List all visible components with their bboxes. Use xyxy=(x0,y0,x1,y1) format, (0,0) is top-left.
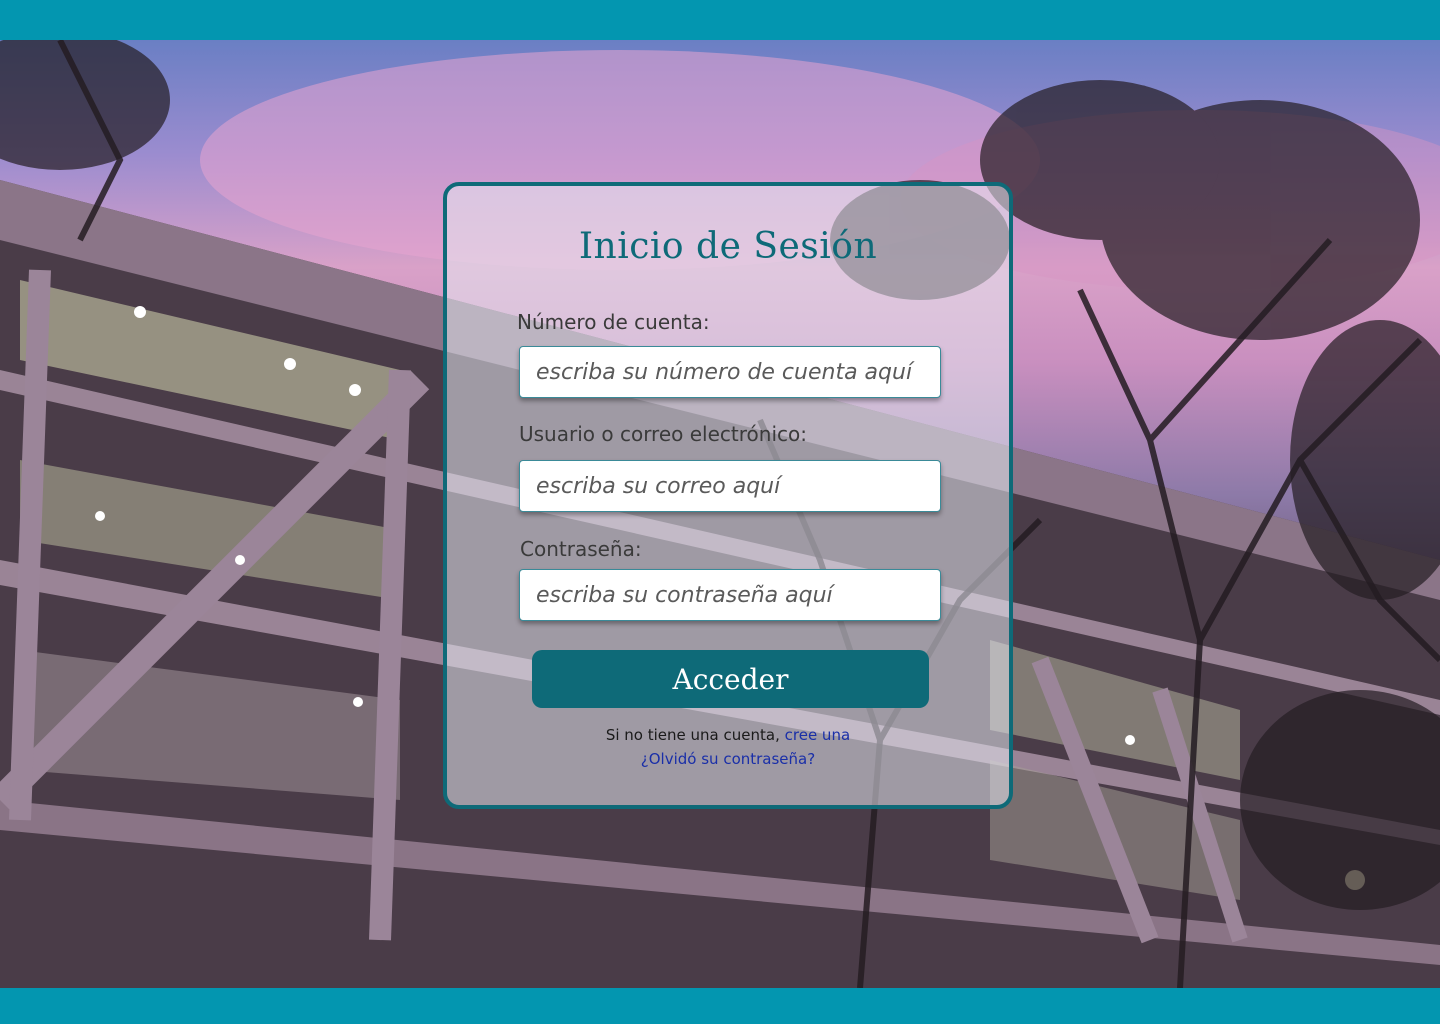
account-number-input[interactable] xyxy=(519,346,941,398)
login-page: Inicio de Sesión Número de cuenta: Usuar… xyxy=(0,0,1440,1024)
bottom-bar xyxy=(0,988,1440,1024)
password-label: Contraseña: xyxy=(520,537,642,561)
top-bar xyxy=(0,0,1440,40)
submit-button[interactable]: Acceder xyxy=(532,650,929,708)
email-input[interactable] xyxy=(519,460,941,512)
signup-link[interactable]: cree una xyxy=(785,726,851,744)
login-card: Inicio de Sesión Número de cuenta: Usuar… xyxy=(443,182,1013,809)
page-title: Inicio de Sesión xyxy=(578,226,878,267)
forgot-password-row: ¿Olvidó su contraseña? xyxy=(447,750,1009,768)
signup-prompt-text: Si no tiene una cuenta, xyxy=(605,726,780,744)
signup-prompt: Si no tiene una cuenta, cree una xyxy=(447,726,1009,744)
forgot-password-link[interactable]: ¿Olvidó su contraseña? xyxy=(641,750,815,768)
password-input[interactable] xyxy=(519,569,941,621)
email-label: Usuario o correo electrónico: xyxy=(519,422,807,446)
account-number-label: Número de cuenta: xyxy=(517,310,710,334)
